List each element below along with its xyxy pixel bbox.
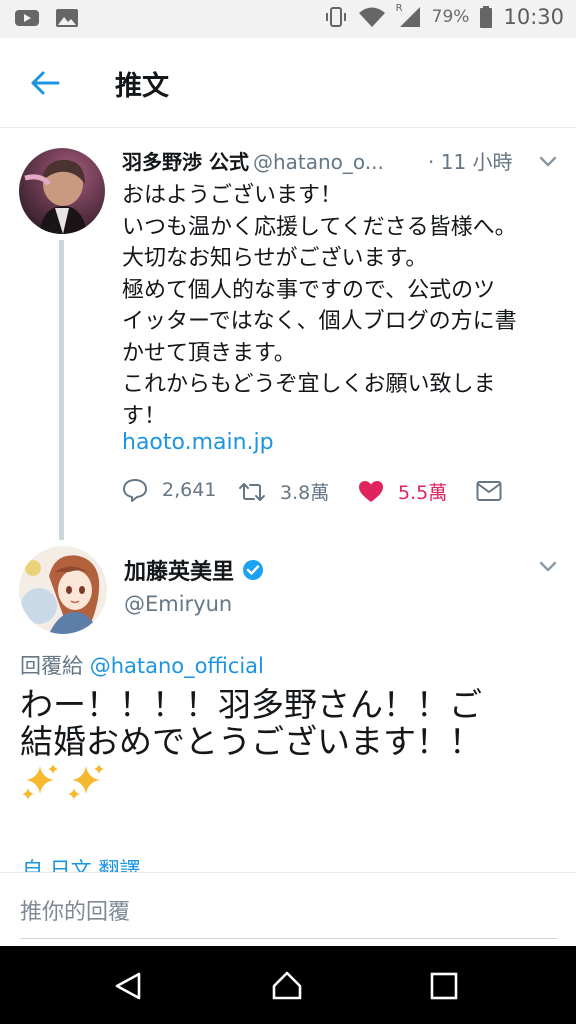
user-handle[interactable]: @Emiryun — [124, 592, 232, 616]
reply-input[interactable] — [20, 887, 557, 939]
retweet-icon — [239, 482, 265, 501]
reply-button[interactable]: 2,641 — [122, 478, 216, 502]
tweet-line: 結婚おめでとうございます！！ — [20, 722, 482, 761]
battery-icon — [480, 6, 493, 28]
emoji-row — [20, 762, 560, 802]
reply-icon — [123, 479, 147, 502]
reply-mention-link[interactable]: @hatano_official — [90, 654, 264, 678]
tweet-line: おはようございます！ — [122, 183, 343, 208]
retweet-count: 3.8萬 — [280, 482, 330, 504]
thread-connector-line — [59, 240, 64, 540]
chevron-down-icon[interactable] — [538, 155, 558, 169]
sparkles-icon — [68, 764, 104, 800]
display-name[interactable]: 羽多野渉 公式 — [122, 150, 249, 174]
verified-badge-icon — [243, 560, 264, 580]
like-button[interactable]: 5.5萬 — [358, 478, 447, 505]
reply-count: 2,641 — [162, 479, 217, 501]
tweet-line: これからもどうぞ宜しくお願い致しま — [122, 372, 496, 397]
sparkles-icon — [22, 764, 58, 800]
reply-composer — [0, 872, 576, 946]
tweet-line: わー！！！！羽多野さん！！ご — [20, 685, 482, 724]
gallery-icon — [56, 9, 78, 27]
nav-back-icon[interactable] — [112, 970, 144, 1002]
youtube-icon — [15, 10, 39, 26]
tweet-line: 大切なお知らせがございます。 — [122, 246, 428, 271]
nav-home-icon[interactable] — [271, 970, 303, 1002]
avatar[interactable] — [19, 148, 105, 234]
page-title: 推文 — [115, 71, 169, 102]
tweet-line: いつも温かく応援してくださる皆様へ。 — [122, 214, 517, 240]
tweet-line: イッターではなく、個人ブログの方に書 — [122, 309, 517, 334]
tweet-line: す！ — [122, 403, 167, 429]
heart-icon — [359, 480, 383, 502]
retweet-button[interactable]: 3.8萬 — [238, 478, 329, 505]
tweet-header: 羽多野渉 公式 @hatano_o... · 11 小時 — [122, 146, 562, 176]
status-icons-right: R 79% 10:30 — [324, 3, 564, 29]
tweet-link[interactable]: haoto.main.jp — [122, 430, 274, 455]
user-handle[interactable]: @hatano_o... — [253, 150, 384, 174]
nav-recents-icon[interactable] — [428, 970, 460, 1002]
status-icons-left — [14, 8, 80, 28]
app-header: 推文 — [0, 38, 576, 128]
direct-message-icon[interactable] — [476, 480, 502, 502]
tweet-time: · 11 小時 — [428, 150, 513, 174]
clock: 10:30 — [503, 5, 564, 29]
signal-icon: R — [396, 3, 422, 29]
tweet-text: わー！！！！羽多野さん！！ご 結婚おめでとうございます！！ — [20, 686, 560, 802]
wifi-icon — [358, 7, 385, 27]
tweet-text: おはようございます！ いつも温かく応援してくださる皆様へ。 大切なお知らせがござ… — [122, 180, 558, 432]
vibrate-icon — [325, 7, 346, 27]
system-nav-bar — [0, 946, 576, 1024]
reply-context: 回覆給 @hatano_official — [20, 650, 264, 680]
tweet-actions: 2,641 3.8萬 5.5萬 — [122, 478, 558, 508]
chevron-down-icon[interactable] — [538, 560, 558, 574]
author-row: 加藤英美里 — [124, 554, 264, 586]
avatar[interactable] — [19, 546, 107, 634]
reply-prefix: 回覆給 — [20, 654, 83, 678]
like-count: 5.5萬 — [398, 482, 448, 504]
display-name[interactable]: 加藤英美里 — [124, 554, 234, 586]
back-arrow-icon[interactable] — [28, 66, 62, 100]
battery-percent: 79% — [431, 7, 470, 27]
tweet-line: 極めて個人的な事ですので、公式のツ — [122, 277, 496, 303]
tweet-line: かせて頂きます。 — [122, 340, 296, 366]
status-bar: R 79% 10:30 — [0, 0, 576, 38]
